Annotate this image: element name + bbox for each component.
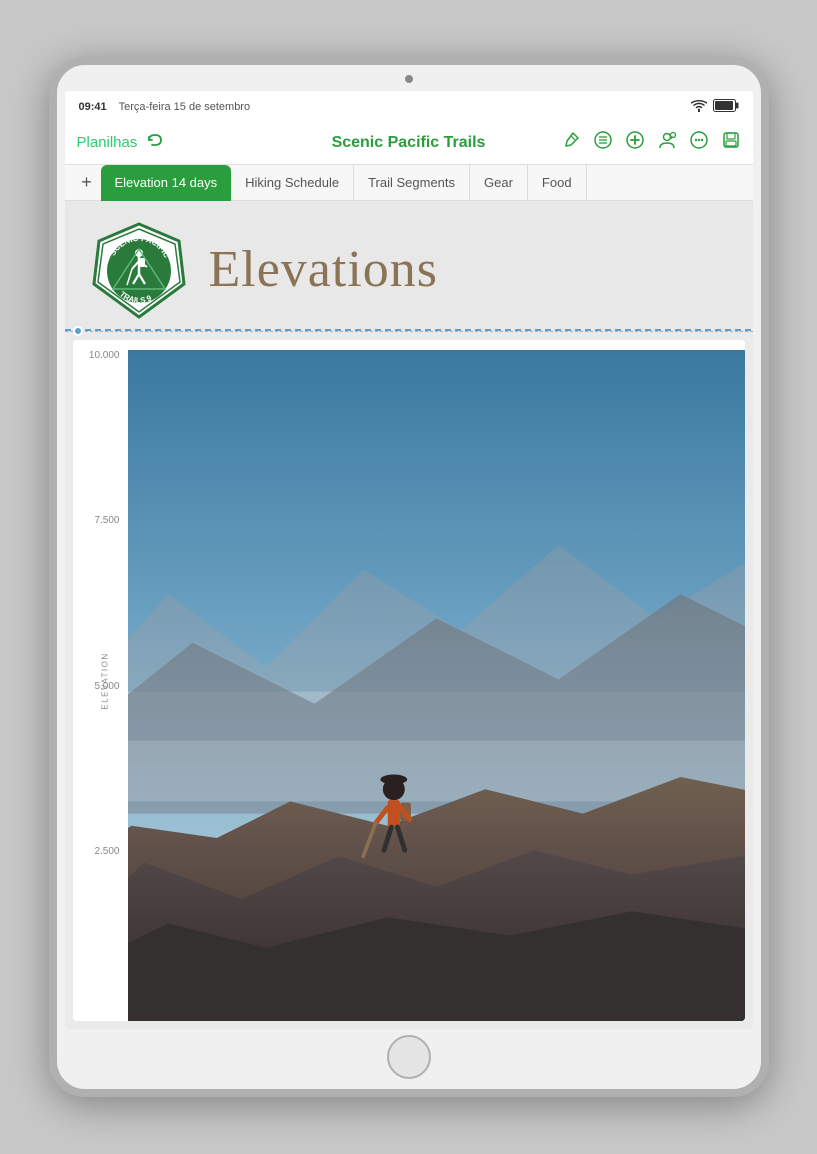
more-icon[interactable] bbox=[689, 130, 709, 155]
tabs-bar: + Elevation 14 days Hiking Schedule Trai… bbox=[65, 165, 753, 201]
toolbar-right bbox=[525, 130, 741, 155]
undo-icon[interactable] bbox=[145, 130, 165, 155]
logo-badge: SCENIC PACIFIC TRAILS 9 bbox=[89, 219, 189, 319]
screen: 09:41 Terça-feira 15 de setembro bbox=[65, 91, 753, 1029]
ipad-frame: 09:41 Terça-feira 15 de setembro bbox=[49, 57, 769, 1097]
collaborate-icon[interactable] bbox=[657, 130, 677, 155]
tab-food[interactable]: Food bbox=[528, 165, 587, 201]
status-time: 09:41 bbox=[79, 101, 107, 113]
back-label[interactable]: Planilhas bbox=[77, 134, 138, 151]
y-axis-title: ELEVATION bbox=[100, 652, 109, 709]
sheet-header: SCENIC PACIFIC TRAILS 9 Elevations bbox=[65, 201, 753, 332]
tab-elevation[interactable]: Elevation 14 days bbox=[101, 165, 232, 201]
y-tick-10000: 10.000 bbox=[89, 350, 120, 361]
toolbar: Planilhas Scenic Pacific Trails bbox=[65, 121, 753, 165]
home-button[interactable] bbox=[387, 1035, 431, 1079]
y-tick-7500: 7.500 bbox=[94, 515, 119, 526]
save-icon[interactable] bbox=[721, 130, 741, 155]
add-object-icon[interactable] bbox=[625, 130, 645, 155]
wifi-icon bbox=[691, 100, 707, 115]
toolbar-left: Planilhas bbox=[77, 130, 293, 155]
format-icon[interactable] bbox=[593, 130, 613, 155]
status-date: Terça-feira 15 de setembro bbox=[119, 101, 250, 113]
selection-line bbox=[65, 329, 753, 331]
mountain-photo bbox=[128, 350, 745, 1021]
sheet-title: Elevations bbox=[209, 240, 439, 299]
tab-gear[interactable]: Gear bbox=[470, 165, 528, 201]
markup-icon[interactable] bbox=[561, 130, 581, 155]
y-axis: ELEVATION 10.000 7.500 5.000 2.500 bbox=[73, 340, 128, 1021]
doc-title: Scenic Pacific Trails bbox=[332, 134, 486, 151]
chart-plot bbox=[128, 340, 745, 1021]
chart-area: ELEVATION 10.000 7.500 5.000 2.500 bbox=[73, 340, 745, 1021]
battery-icon bbox=[713, 99, 739, 115]
selection-handle[interactable] bbox=[73, 326, 83, 336]
status-right bbox=[691, 99, 739, 115]
y-tick-2500: 2.500 bbox=[94, 846, 119, 857]
main-content: SCENIC PACIFIC TRAILS 9 Elevations bbox=[65, 201, 753, 1029]
status-bar: 09:41 Terça-feira 15 de setembro bbox=[65, 91, 753, 121]
tab-add-button[interactable]: + bbox=[73, 169, 101, 197]
tab-hiking-schedule[interactable]: Hiking Schedule bbox=[231, 165, 354, 201]
tab-trail-segments[interactable]: Trail Segments bbox=[354, 165, 470, 201]
camera-dot bbox=[405, 75, 413, 83]
toolbar-center: Scenic Pacific Trails bbox=[301, 134, 517, 152]
